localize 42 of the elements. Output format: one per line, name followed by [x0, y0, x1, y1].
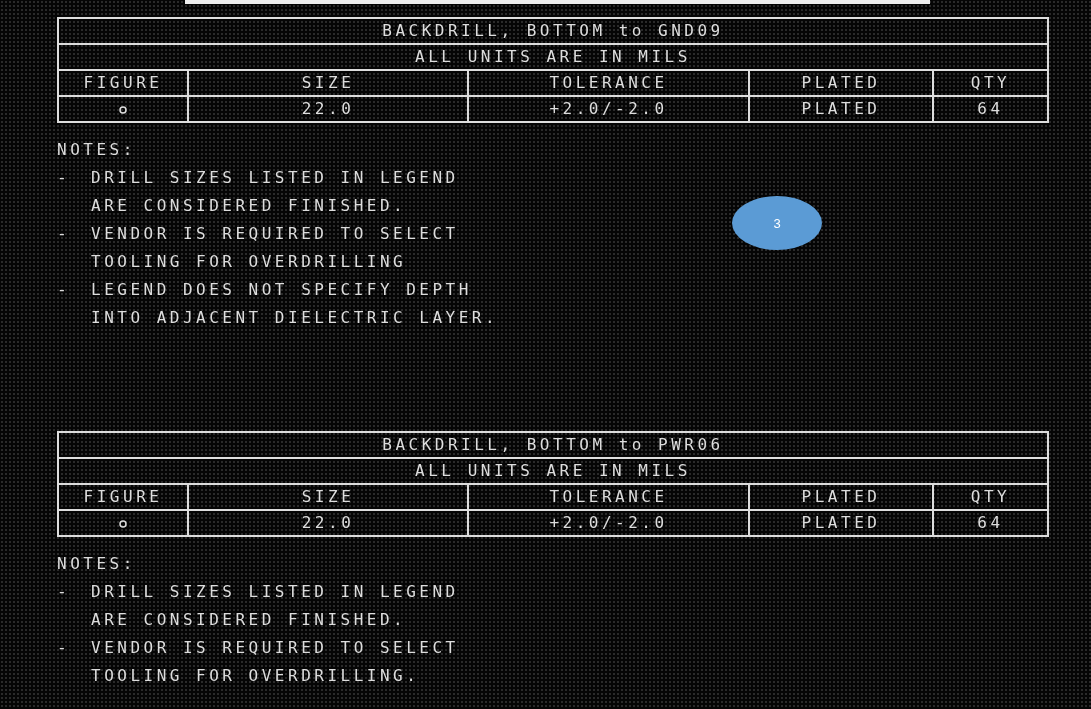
table-subtitle: ALL UNITS ARE IN MILS — [58, 458, 1048, 484]
bullet-dash: - — [57, 581, 71, 601]
bullet-dash: - — [57, 637, 71, 657]
notes-heading: NOTES: — [57, 553, 136, 573]
table-title: BACKDRILL, BOTTOM to PWR06 — [58, 432, 1048, 458]
column-header: TOLERANCE — [468, 70, 749, 96]
note-line: LEGEND DOES NOT SPECIFY DEPTH — [91, 279, 472, 299]
bullet-dash: - — [57, 279, 71, 299]
note-line: ARE CONSIDERED FINISHED. — [91, 609, 407, 629]
column-header: PLATED — [749, 70, 933, 96]
column-header: QTY — [933, 70, 1048, 96]
note-line: TOOLING FOR OVERDRILLING. — [91, 665, 420, 685]
circle-figure-icon — [119, 519, 127, 528]
column-header: TOLERANCE — [468, 484, 749, 510]
note-line: VENDOR IS REQUIRED TO SELECT — [91, 637, 459, 657]
column-header: FIGURE — [58, 484, 188, 510]
bullet-dash: - — [57, 223, 71, 243]
table-cell: 22.0 — [188, 510, 468, 536]
note-line: DRILL SIZES LISTED IN LEGEND — [91, 581, 459, 601]
step-number-badge: 3 — [732, 196, 822, 250]
notes-heading: NOTES: — [57, 139, 136, 159]
table-cell: 64 — [933, 510, 1048, 536]
note-line: ARE CONSIDERED FINISHED. — [91, 195, 407, 215]
note-line: VENDOR IS REQUIRED TO SELECT — [91, 223, 459, 243]
table-cell: 64 — [933, 96, 1048, 122]
column-header: PLATED — [749, 484, 933, 510]
note-line: TOOLING FOR OVERDRILLING — [91, 251, 407, 271]
circle-figure-icon — [119, 105, 127, 114]
column-header: QTY — [933, 484, 1048, 510]
table-title: BACKDRILL, BOTTOM to GND09 — [58, 18, 1048, 44]
column-header: SIZE — [188, 484, 468, 510]
note-line: INTO ADJACENT DIELECTRIC LAYER. — [91, 307, 499, 327]
note-line: DRILL SIZES LISTED IN LEGEND — [91, 167, 459, 187]
column-header: FIGURE — [58, 70, 188, 96]
bullet-dash: - — [57, 167, 71, 187]
column-header: SIZE — [188, 70, 468, 96]
table-cell: +2.0/-2.0 — [468, 510, 749, 536]
table-cell: PLATED — [749, 510, 933, 536]
table-subtitle: ALL UNITS ARE IN MILS — [58, 44, 1048, 70]
table-cell: PLATED — [749, 96, 933, 122]
table-cell: 22.0 — [188, 96, 468, 122]
table-cell: +2.0/-2.0 — [468, 96, 749, 122]
